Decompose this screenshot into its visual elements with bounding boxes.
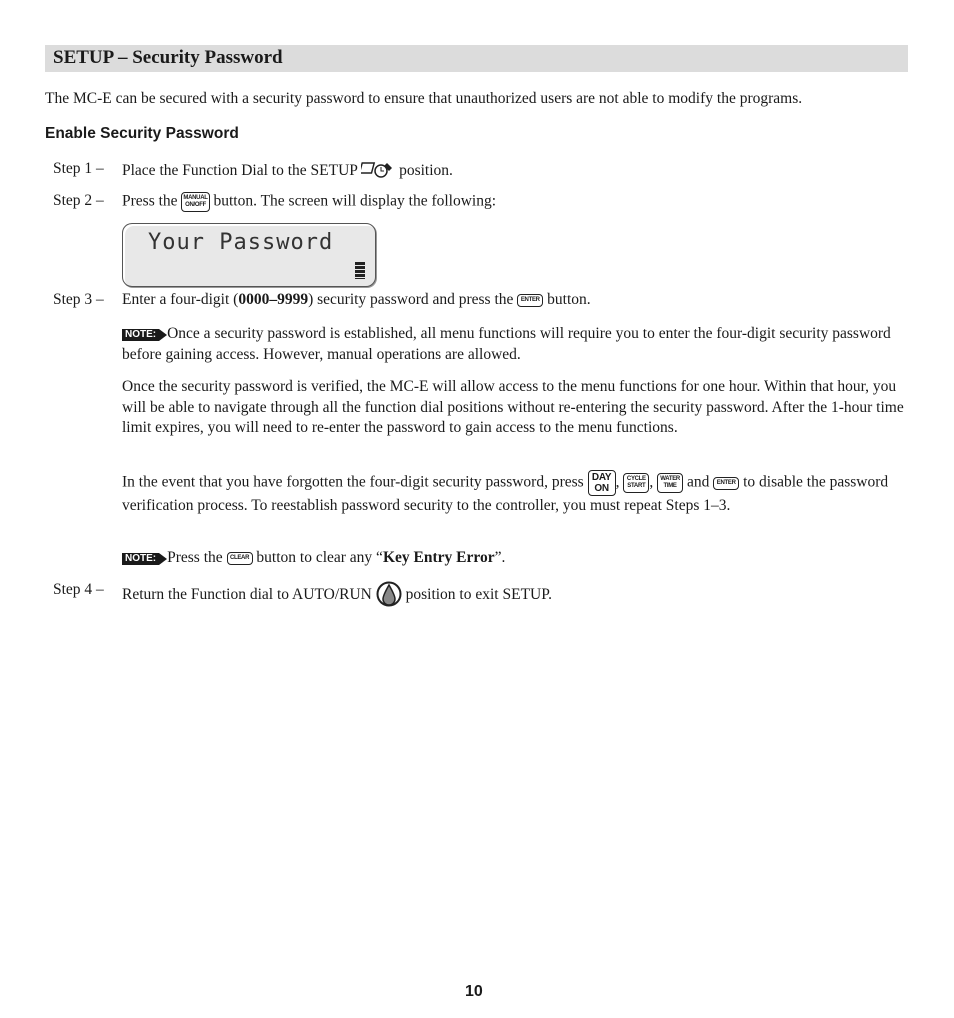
enter-key-icon: ENTER <box>517 293 544 307</box>
intro-paragraph: The MC-E can be secured with a security … <box>45 90 803 107</box>
section-title-bar: SETUP – Security Password <box>45 45 908 72</box>
note-2: NOTE: Press the CLEAR button to clear any… <box>122 548 912 569</box>
lcd-text: Your Password <box>148 230 334 255</box>
forgotten-paragraph: In the event that you have forgotten the… <box>122 470 889 514</box>
cycle-start-key-icon: CYCLE START <box>623 473 650 493</box>
lcd-cursor <box>355 262 365 279</box>
lcd-display: Your Password <box>122 223 376 287</box>
enter-key-icon: ENTER <box>713 476 740 490</box>
subheading: Enable Security Password <box>45 125 239 142</box>
note-badge: NOTE: <box>122 329 168 341</box>
day-on-key-icon: DAY ON <box>587 470 616 496</box>
page-title: SETUP – Security Password <box>53 47 283 68</box>
manual-on-off-key-icon: MANUAL ON/OFF <box>181 192 210 212</box>
step-label: Step 1 – <box>53 160 104 177</box>
setup-icon <box>361 162 393 178</box>
note-badge: NOTE: <box>122 553 168 565</box>
water-time-key-icon: WATER TIME <box>657 473 684 493</box>
clear-key-icon: CLEAR <box>226 551 253 565</box>
note-1: NOTE: Once a security password is establi… <box>122 325 891 363</box>
page-number: 10 <box>465 983 483 1000</box>
access-paragraph: Once the security password is verified, … <box>122 378 904 436</box>
auto-run-dial-icon <box>376 581 402 607</box>
